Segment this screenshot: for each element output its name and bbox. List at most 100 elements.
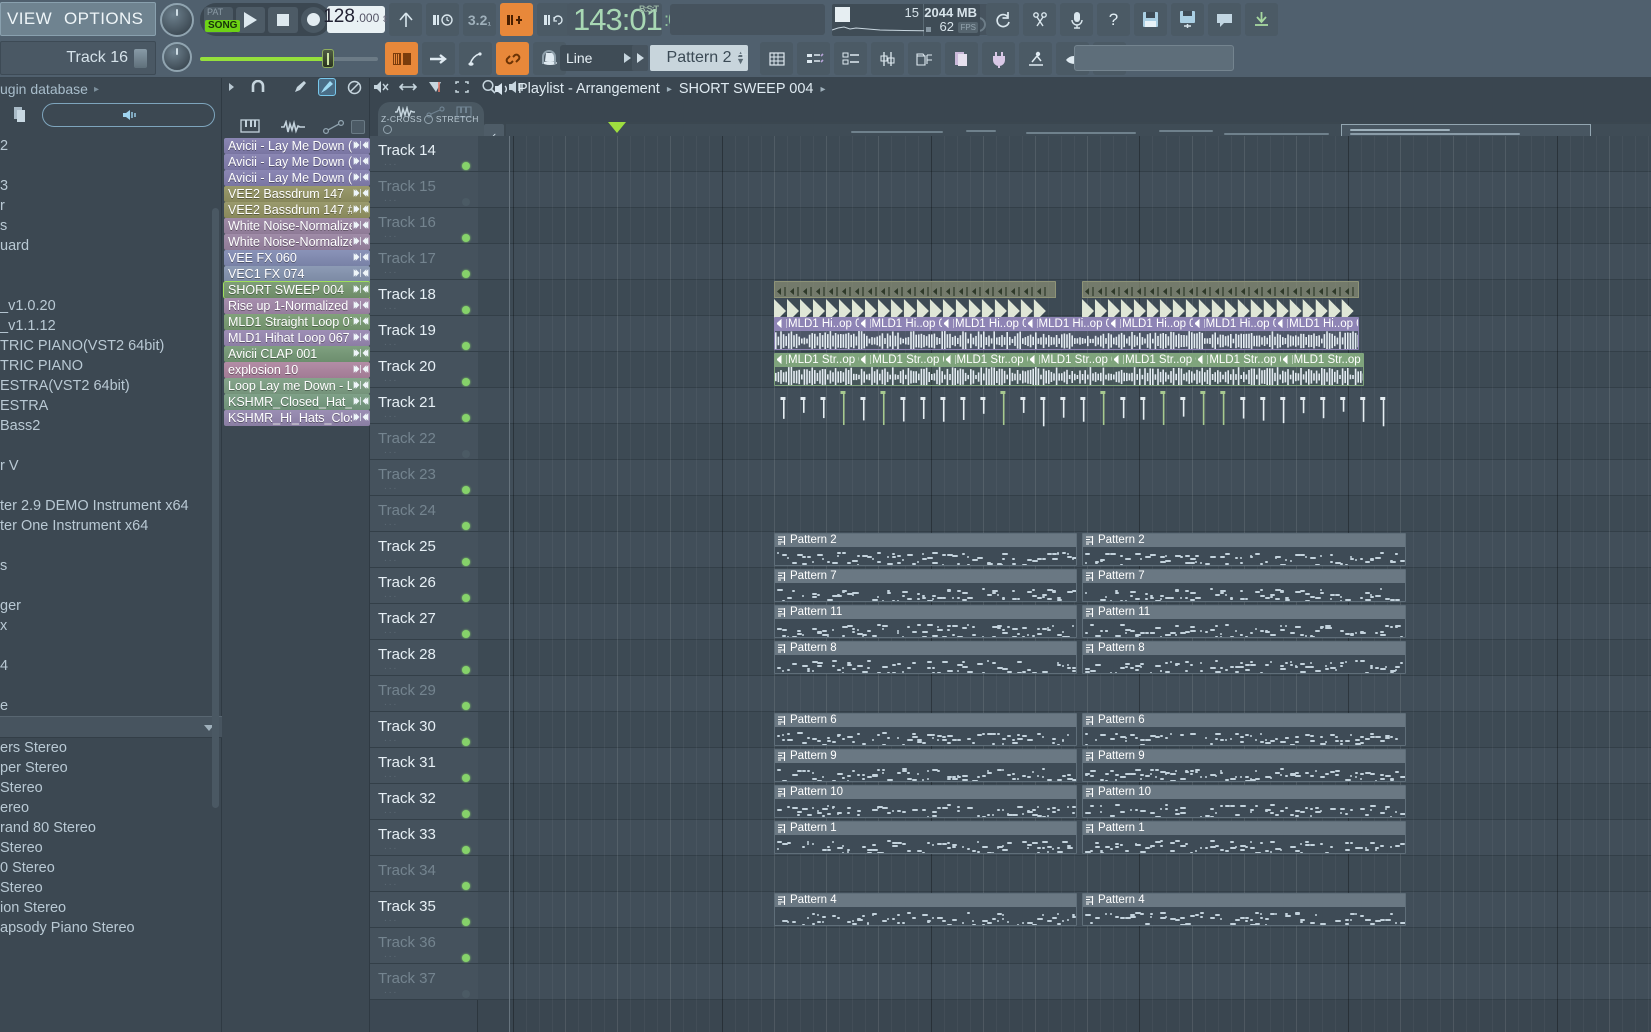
track-header[interactable]: Track 31... xyxy=(370,748,478,784)
breadcrumb-clip[interactable]: SHORT SWEEP 004 xyxy=(679,81,814,97)
pattern-clip[interactable]: Pattern 6 xyxy=(774,713,1077,746)
plugin-search-field[interactable] xyxy=(1074,45,1234,71)
browser-item[interactable]: Stereo xyxy=(0,838,222,858)
clip-drag-handle-icon[interactable] xyxy=(352,268,370,281)
track-enable-led[interactable] xyxy=(462,234,470,242)
clip-source-item[interactable]: VEE2 Bassdrum 147 #2 xyxy=(224,202,370,218)
refresh-icon[interactable] xyxy=(986,3,1019,36)
audio-clip[interactable] xyxy=(779,389,1390,429)
track-lane[interactable] xyxy=(478,244,1651,280)
track-header[interactable]: Track 14... xyxy=(370,136,478,172)
playlist-window-icon[interactable] xyxy=(385,42,418,75)
delete-tool-icon[interactable] xyxy=(345,78,363,96)
browser-filter-button[interactable] xyxy=(42,103,215,127)
clip-drag-handle-icon[interactable] xyxy=(352,300,370,313)
track-header[interactable]: Track 25... xyxy=(370,532,478,568)
browser-item[interactable]: 3 xyxy=(0,176,222,196)
clip-drag-handle-icon[interactable] xyxy=(352,140,370,153)
browser-item[interactable]: Stereo xyxy=(0,878,222,898)
track-options-dots[interactable]: ... xyxy=(384,733,398,744)
pattern-mode-icon[interactable] xyxy=(389,3,422,36)
browser-item[interactable]: r V xyxy=(0,456,222,476)
track-options-dots[interactable]: ... xyxy=(384,337,398,348)
track-header[interactable]: Track 17... xyxy=(370,244,478,280)
clip-drag-handle-icon[interactable] xyxy=(352,252,370,265)
toolbar-window-buttons[interactable] xyxy=(385,42,566,75)
volume-thumb[interactable] xyxy=(322,49,334,68)
stop-button[interactable] xyxy=(268,6,298,33)
wait-for-input-icon[interactable] xyxy=(426,3,459,36)
browser-item[interactable]: ger xyxy=(0,596,222,616)
playhead-marker[interactable] xyxy=(608,122,627,133)
track-options-dots[interactable]: ... xyxy=(384,445,398,456)
track-enable-led[interactable] xyxy=(462,810,470,818)
browser-item[interactable]: ion Stereo xyxy=(0,898,222,918)
clip-source-item[interactable]: Avicii CLAP 001 xyxy=(224,346,370,362)
pattern-clip[interactable]: Pattern 1 xyxy=(774,821,1077,854)
browser-item[interactable]: r xyxy=(0,196,222,216)
clip-source-item[interactable]: explosion 10 xyxy=(224,362,370,378)
clip-source-item[interactable]: VEC1 FX 074 xyxy=(224,266,370,282)
pattern-clip[interactable]: Pattern 6 xyxy=(1081,713,1406,746)
browser-item[interactable]: 4 xyxy=(0,656,222,676)
pattern-clip[interactable]: Pattern 9 xyxy=(774,749,1077,782)
track-enable-led[interactable] xyxy=(462,918,470,926)
track-header[interactable]: Track 20... xyxy=(370,352,478,388)
pattern-clip[interactable]: Pattern 10 xyxy=(774,785,1077,818)
clip-source-item[interactable]: MLD1 Straight Loop 076 xyxy=(224,314,370,330)
channel-rack-icon[interactable] xyxy=(760,42,793,75)
clip-source-item[interactable]: White Noise-Normalize.. xyxy=(224,218,370,234)
pattern-clip[interactable]: Pattern 8 xyxy=(1081,641,1406,674)
master-pitch-knob[interactable] xyxy=(160,3,194,37)
browser-item[interactable]: TRIC PIANO(VST2 64bit) xyxy=(0,336,222,356)
metronome-icon[interactable] xyxy=(500,3,533,36)
toolbar-tool-buttons[interactable] xyxy=(760,42,1126,75)
playlist-list-icon[interactable] xyxy=(797,42,830,75)
track-options-dots[interactable]: ... xyxy=(384,877,398,888)
clip-drag-handle-icon[interactable] xyxy=(352,220,370,233)
track-header[interactable]: Track 26... xyxy=(370,568,478,604)
track-headers[interactable]: Track 14... Track 15... Track 16... Track 1… xyxy=(370,136,478,1032)
pattern-clip[interactable]: Pattern 4 xyxy=(774,893,1077,926)
clip-source-item[interactable]: MLD1 Hihat Loop 067 xyxy=(224,330,370,346)
browser-item[interactable]: ESTRA(VST2 64bit) xyxy=(0,376,222,396)
track-options-dots[interactable]: ... xyxy=(384,625,398,636)
clip-source-list[interactable]: Avicii - Lay Me Down (.. Avicii - Lay Me … xyxy=(222,138,371,426)
clip-drag-handle-icon[interactable] xyxy=(352,348,370,361)
piano-keys-icon[interactable] xyxy=(240,118,260,139)
paint-brush-icon[interactable] xyxy=(318,78,336,96)
track-options-dots[interactable]: ... xyxy=(384,841,398,852)
clip-drag-handle-icon[interactable] xyxy=(352,172,370,185)
track-header[interactable]: Track 21... xyxy=(370,388,478,424)
pattern-clip[interactable]: Pattern 1 xyxy=(1081,821,1406,854)
master-volume-slider[interactable] xyxy=(200,49,378,68)
track-enable-led[interactable] xyxy=(462,198,470,206)
save-as-icon[interactable] xyxy=(1171,3,1204,36)
track-lane[interactable] xyxy=(478,424,1651,460)
browser-dropdown[interactable] xyxy=(0,716,222,738)
microphone-icon[interactable] xyxy=(1060,3,1093,36)
clip-source-item[interactable]: VEE FX 060 xyxy=(224,250,370,266)
magnet-snap-icon[interactable] xyxy=(249,78,267,96)
clip-drag-handle-icon[interactable] xyxy=(352,364,370,377)
master-volume-knob[interactable] xyxy=(162,42,192,72)
track-options-dots[interactable]: ... xyxy=(384,517,398,528)
track-enable-led[interactable] xyxy=(462,990,470,998)
toolbar-utility-buttons[interactable]: ? xyxy=(986,3,1278,36)
browser-page-icon[interactable] xyxy=(6,104,34,126)
stretch-toggle[interactable] xyxy=(383,125,392,134)
track-header[interactable]: Track 32... xyxy=(370,784,478,820)
clip-source-panel[interactable]: Avicii - Lay Me Down (.. Avicii - Lay Me … xyxy=(222,78,371,1032)
countdown-icon[interactable]: 3.2₁ xyxy=(463,3,496,36)
clip-drag-handle-icon[interactable] xyxy=(352,412,370,425)
track-enable-led[interactable] xyxy=(462,378,470,386)
track-header[interactable]: Track 24... xyxy=(370,496,478,532)
zcross-stretch-tab[interactable]: Z-CROSS STRETCH xyxy=(378,102,484,136)
browser-list[interactable]: 2 3 r s uard _v1.0.20 _v1.1.12 TRIC PIANO(VST2 … xyxy=(0,136,222,1032)
track-lane[interactable] xyxy=(478,208,1651,244)
track-options-dots[interactable]: ... xyxy=(384,949,398,960)
track-header[interactable]: Track 34... xyxy=(370,856,478,892)
play-button[interactable] xyxy=(236,6,266,33)
track-lane[interactable] xyxy=(478,928,1651,964)
track-options-dots[interactable]: ... xyxy=(384,193,398,204)
